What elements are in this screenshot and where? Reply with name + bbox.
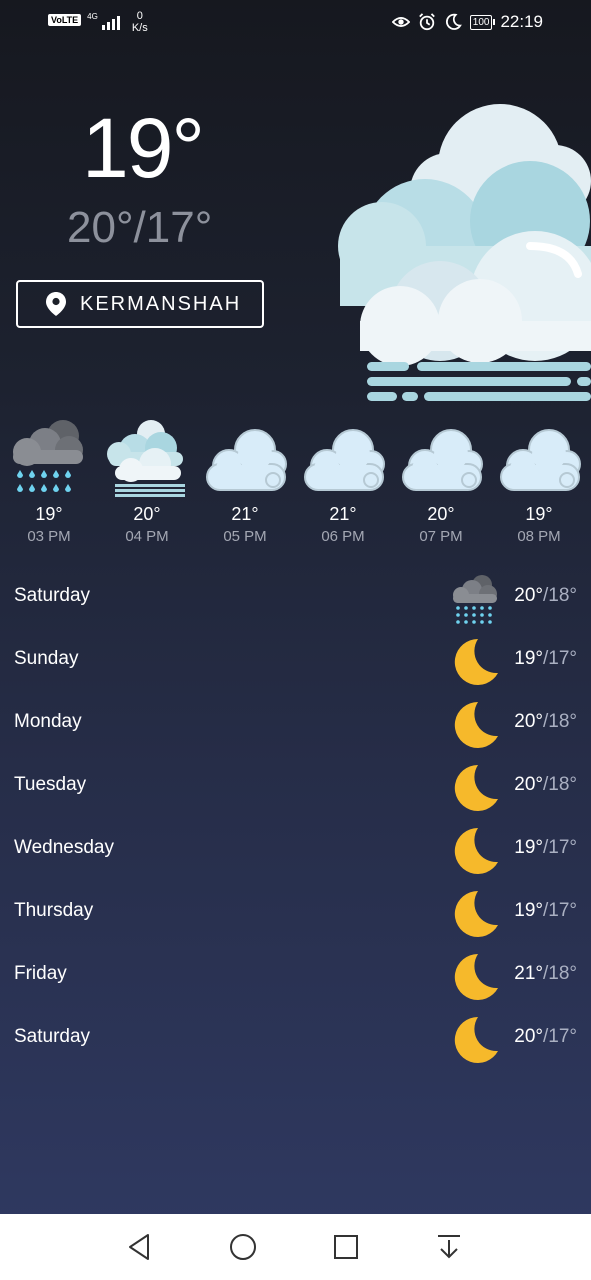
network-speed-unit: K/s bbox=[131, 22, 148, 34]
network-type: 4G bbox=[87, 12, 98, 21]
current-temperature: 19° bbox=[82, 101, 205, 195]
navigation-bar bbox=[0, 1214, 591, 1280]
hourly-temp: 20° bbox=[427, 504, 455, 524]
alarm-icon bbox=[418, 13, 435, 31]
day-name: Saturday bbox=[14, 585, 91, 606]
signal-icon: 4G bbox=[87, 12, 120, 30]
day-name: Monday bbox=[14, 711, 82, 732]
day-low: 17° bbox=[548, 1026, 577, 1047]
cloud-icon bbox=[206, 429, 287, 491]
day-low: 17° bbox=[548, 648, 577, 669]
home-icon[interactable] bbox=[227, 1231, 259, 1263]
eye-icon bbox=[391, 17, 410, 27]
day-high: 19° bbox=[514, 648, 543, 669]
moon-icon bbox=[454, 764, 498, 811]
hourly-item[interactable]: 19° 08 PM bbox=[490, 414, 588, 545]
day-high: 20° bbox=[514, 1026, 543, 1047]
day-low: 18° bbox=[548, 711, 577, 732]
notification-pull-icon[interactable] bbox=[433, 1231, 465, 1263]
day-temps: 21°/18° bbox=[514, 963, 577, 985]
day-name: Thursday bbox=[14, 900, 94, 921]
recents-icon[interactable] bbox=[330, 1231, 362, 1263]
moon-icon bbox=[454, 638, 498, 685]
hourly-item[interactable]: 20° 07 PM bbox=[392, 414, 490, 545]
day-high: 19° bbox=[514, 900, 543, 921]
location-button[interactable]: KERMANSHAH bbox=[16, 280, 264, 328]
rain-cloud-icon bbox=[453, 575, 497, 624]
day-high: 21° bbox=[514, 963, 543, 984]
moon-icon bbox=[454, 701, 498, 748]
network-speed: 0 K/s bbox=[132, 10, 148, 34]
day-temps: 19°/17° bbox=[514, 900, 577, 922]
status-bar: VoLTE 4G 0 K/s 100 22:19 bbox=[0, 0, 591, 44]
hourly-time: 05 PM bbox=[223, 528, 267, 545]
hourly-temp: 19° bbox=[35, 504, 63, 524]
moon-icon bbox=[454, 827, 498, 874]
hourly-temp: 19° bbox=[525, 504, 553, 524]
clock: 22:19 bbox=[500, 12, 543, 31]
day-high: 20° bbox=[514, 774, 543, 795]
moon-icon bbox=[454, 890, 498, 937]
hourly-item[interactable]: 20° 04 PM bbox=[98, 414, 196, 545]
moon-icon bbox=[454, 953, 498, 1000]
rain-cloud-icon bbox=[13, 420, 83, 492]
hourly-item[interactable]: 19° 03 PM bbox=[0, 414, 98, 545]
day-temps: 19°/17° bbox=[514, 837, 577, 859]
day-temps: 19°/17° bbox=[514, 648, 577, 670]
hourly-item[interactable]: 21° 06 PM bbox=[294, 414, 392, 545]
cloud-icon bbox=[304, 429, 385, 491]
day-name: Saturday bbox=[14, 1026, 91, 1047]
location-name: KERMANSHAH bbox=[80, 292, 242, 315]
daily-row[interactable]: Thursday 19°/17° bbox=[0, 880, 591, 943]
day-high: 19° bbox=[514, 837, 543, 858]
hourly-item[interactable]: 21° 05 PM bbox=[196, 414, 294, 545]
day-low: 17° bbox=[548, 837, 577, 858]
daily-row[interactable]: Friday 21°/18° bbox=[0, 943, 591, 1006]
hourly-temp: 21° bbox=[231, 504, 259, 524]
day-temps: 20°/18° bbox=[514, 711, 577, 733]
back-icon[interactable] bbox=[124, 1231, 156, 1263]
daily-row[interactable]: Monday 20°/18° bbox=[0, 691, 591, 754]
hourly-forecast[interactable]: 19° 03 PM 20° 04 PM 21° 05 PM 21° 06 PM … bbox=[0, 414, 591, 554]
hourly-time: 03 PM bbox=[27, 528, 71, 545]
location-pin-icon bbox=[46, 292, 66, 316]
daily-row[interactable]: Wednesday 19°/17° bbox=[0, 817, 591, 880]
hourly-time: 06 PM bbox=[321, 528, 365, 545]
network-speed-value: 0 bbox=[136, 10, 143, 22]
day-name: Friday bbox=[14, 963, 67, 984]
day-low: 18° bbox=[548, 774, 577, 795]
daily-row[interactable]: Tuesday 20°/18° bbox=[0, 754, 591, 817]
day-name: Sunday bbox=[14, 648, 79, 669]
hourly-temp: 21° bbox=[329, 504, 357, 524]
daily-row[interactable]: Saturday 20°/17° bbox=[0, 1006, 591, 1069]
day-high: 20° bbox=[514, 711, 543, 732]
day-low: 17° bbox=[548, 900, 577, 921]
moon-icon bbox=[454, 1016, 498, 1063]
hourly-temp: 20° bbox=[133, 504, 161, 524]
day-temps: 20°/18° bbox=[514, 585, 577, 607]
cloud-icon bbox=[500, 429, 581, 491]
cloudy-fog-icon bbox=[338, 104, 591, 401]
daily-row[interactable]: Sunday 19°/17° bbox=[0, 628, 591, 691]
day-name: Tuesday bbox=[14, 774, 87, 795]
volte-badge: VoLTE bbox=[48, 14, 82, 26]
day-temps: 20°/17° bbox=[514, 1026, 577, 1048]
cloudy-fog-icon bbox=[107, 420, 185, 497]
day-name: Wednesday bbox=[14, 837, 114, 858]
day-low: 18° bbox=[548, 963, 577, 984]
day-temps: 20°/18° bbox=[514, 774, 577, 796]
hourly-time: 08 PM bbox=[517, 528, 561, 545]
battery-indicator: 100 bbox=[469, 14, 496, 30]
daily-row[interactable]: Saturday 20°/18° bbox=[0, 565, 591, 628]
hourly-time: 07 PM bbox=[419, 528, 463, 545]
day-high: 20° bbox=[514, 585, 543, 606]
moon-icon bbox=[445, 13, 462, 30]
day-low: 18° bbox=[548, 585, 577, 606]
cloud-icon bbox=[402, 429, 483, 491]
hourly-time: 04 PM bbox=[125, 528, 169, 545]
current-high-low: 20°/17° bbox=[67, 203, 213, 252]
